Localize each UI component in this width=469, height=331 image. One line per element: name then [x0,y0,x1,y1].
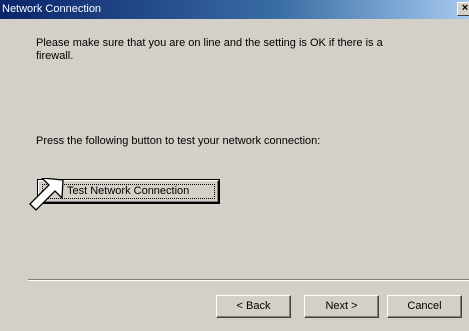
window-title: Network Connection [2,3,102,15]
test-button-label: Test Network Connection [67,185,190,197]
cancel-button[interactable]: Cancel [387,295,462,318]
test-instruction: Press the following button to test your … [36,135,321,147]
footer-separator [28,279,469,281]
network-connection-dialog: Network Connection × Please make sure th… [0,0,469,331]
back-button[interactable]: < Back [216,295,291,318]
next-button[interactable]: Next > [304,295,379,318]
arrow-pointer-icon [29,178,64,211]
title-bar[interactable]: Network Connection × [0,0,469,19]
close-icon: × [461,2,469,14]
firewall-message: Please make sure that you are on line an… [36,37,383,62]
close-button[interactable]: × [457,2,469,16]
